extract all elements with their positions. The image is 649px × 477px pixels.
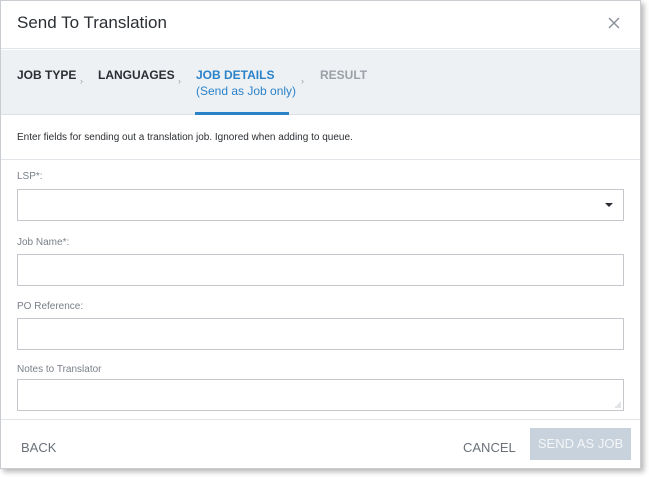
job-name-field[interactable] xyxy=(17,254,624,286)
step-label: JOB DETAILS xyxy=(196,68,275,82)
close-icon[interactable] xyxy=(604,13,624,33)
cancel-button[interactable]: CANCEL xyxy=(463,440,516,455)
po-reference-label: PO Reference: xyxy=(17,301,84,312)
intro-text: Enter fields for sending out a translati… xyxy=(17,132,353,143)
lsp-select[interactable] xyxy=(17,189,624,221)
step-job-type[interactable]: JOB TYPE xyxy=(17,68,76,82)
notes-field[interactable] xyxy=(17,379,624,411)
lsp-label: LSP*: xyxy=(17,171,43,182)
job-name-input[interactable] xyxy=(18,255,623,285)
resize-grip-icon[interactable] xyxy=(614,401,621,408)
divider xyxy=(1,159,640,160)
step-result: RESULT xyxy=(320,68,367,82)
po-reference-field[interactable] xyxy=(17,318,624,350)
dialog-header: Send To Translation xyxy=(1,1,640,49)
step-label: RESULT xyxy=(320,68,368,82)
wizard-steps: JOB TYPE › LANGUAGES › JOB DETAILS (Send… xyxy=(1,50,640,115)
notes-label: Notes to Translator xyxy=(17,364,102,375)
lsp-select-value[interactable] xyxy=(18,190,623,220)
send-to-translation-dialog: Send To Translation JOB TYPE › LANGUAGES… xyxy=(0,0,641,469)
po-reference-input[interactable] xyxy=(18,319,623,349)
dialog-footer: BACK CANCEL SEND AS JOB xyxy=(1,419,640,470)
step-job-details[interactable]: JOB DETAILS (Send as Job only) xyxy=(196,68,296,98)
step-label: JOB TYPE xyxy=(17,68,77,82)
notes-textarea[interactable] xyxy=(18,380,623,410)
step-languages[interactable]: LANGUAGES xyxy=(98,68,175,82)
step-sublabel: (Send as Job only) xyxy=(196,84,297,98)
chevron-right-icon: › xyxy=(301,76,304,86)
active-step-indicator xyxy=(195,112,289,115)
chevron-down-icon[interactable] xyxy=(605,203,613,207)
dialog-title: Send To Translation xyxy=(17,13,167,32)
chevron-right-icon: › xyxy=(178,76,181,86)
send-as-job-button[interactable]: SEND AS JOB xyxy=(530,428,631,460)
job-name-label: Job Name*: xyxy=(17,237,70,248)
chevron-right-icon: › xyxy=(80,76,83,86)
back-button[interactable]: BACK xyxy=(21,440,56,455)
step-label: LANGUAGES xyxy=(98,68,175,82)
